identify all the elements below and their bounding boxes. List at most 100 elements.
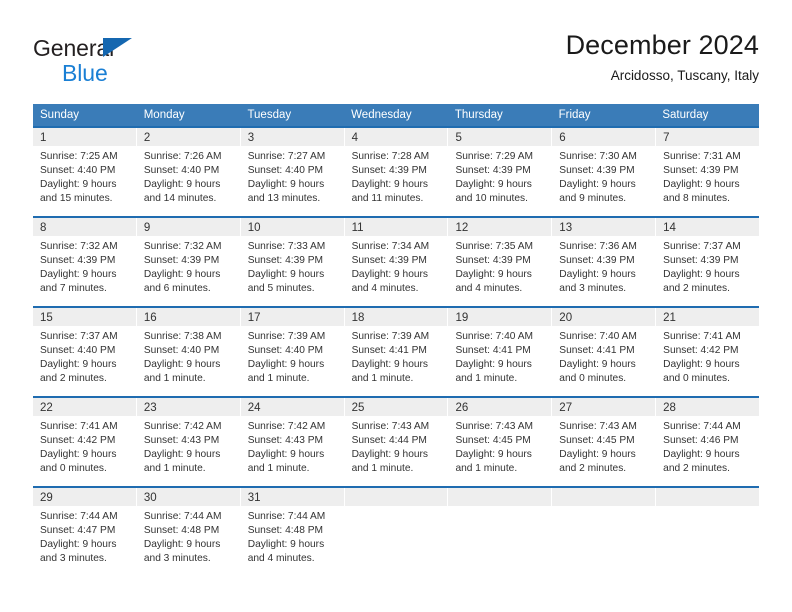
day-cell[interactable]: 21 Sunrise: 7:41 AM Sunset: 4:42 PM Dayl… xyxy=(655,308,760,396)
day-cell[interactable]: 16 Sunrise: 7:38 AM Sunset: 4:40 PM Dayl… xyxy=(135,308,240,396)
day-cell[interactable]: 8 Sunrise: 7:32 AM Sunset: 4:39 PM Dayli… xyxy=(33,218,136,306)
day-number-band: 2 xyxy=(136,128,240,146)
daylight-text-line1: Daylight: 9 hours xyxy=(40,179,117,191)
day-number-band: 28 xyxy=(656,398,760,416)
day-number-band xyxy=(448,488,552,506)
sunrise-text: Sunrise: 7:40 AM xyxy=(559,331,637,342)
day-cell[interactable]: 23 Sunrise: 7:42 AM Sunset: 4:43 PM Dayl… xyxy=(135,398,240,486)
sunset-text: Sunset: 4:42 PM xyxy=(663,345,739,357)
sunrise-text: Sunrise: 7:25 AM xyxy=(40,151,118,162)
sunset-text: Sunset: 4:41 PM xyxy=(351,345,427,357)
day-cell[interactable]: 5 Sunrise: 7:29 AM Sunset: 4:39 PM Dayli… xyxy=(447,128,552,216)
daylight-text-line2: and 8 minutes. xyxy=(663,193,730,205)
day-cell[interactable]: 2 Sunrise: 7:26 AM Sunset: 4:40 PM Dayli… xyxy=(135,128,240,216)
day-number: 3 xyxy=(247,132,255,144)
day-cell[interactable]: 31 Sunrise: 7:44 AM Sunset: 4:48 PM Dayl… xyxy=(239,488,344,578)
daylight-text-line2: and 2 minutes. xyxy=(663,463,730,475)
day-cell[interactable]: 30 Sunrise: 7:44 AM Sunset: 4:48 PM Dayl… xyxy=(135,488,240,578)
day-cell[interactable]: 27 Sunrise: 7:43 AM Sunset: 4:45 PM Dayl… xyxy=(551,398,656,486)
day-number: 7 xyxy=(663,132,670,144)
day-number-band: 7 xyxy=(656,128,760,146)
sunset-text: Sunset: 4:45 PM xyxy=(455,435,531,447)
day-cell[interactable]: 25 Sunrise: 7:43 AM Sunset: 4:44 PM Dayl… xyxy=(343,398,448,486)
day-cell[interactable]: 22 Sunrise: 7:41 AM Sunset: 4:42 PM Dayl… xyxy=(33,398,136,486)
sunset-text: Sunset: 4:48 PM xyxy=(247,525,324,537)
day-cell-empty xyxy=(447,488,552,578)
day-number: 1 xyxy=(40,132,47,144)
sunrise-text: Sunrise: 7:44 AM xyxy=(247,511,326,522)
daylight-text-line2: and 1 minute. xyxy=(351,373,414,385)
day-number-band: 17 xyxy=(240,308,344,326)
day-details: Sunrise: 7:28 AM Sunset: 4:39 PM Dayligh… xyxy=(345,146,448,206)
day-cell[interactable]: 4 Sunrise: 7:28 AM Sunset: 4:39 PM Dayli… xyxy=(343,128,448,216)
day-cell[interactable]: 12 Sunrise: 7:35 AM Sunset: 4:39 PM Dayl… xyxy=(447,218,552,306)
day-number: 21 xyxy=(663,312,676,324)
day-number-band: 21 xyxy=(656,308,760,326)
day-number: 28 xyxy=(663,402,676,414)
sunrise-text: Sunrise: 7:26 AM xyxy=(143,151,222,162)
daylight-text-line2: and 1 minute. xyxy=(247,373,310,385)
daylight-text-line1: Daylight: 9 hours xyxy=(351,449,429,461)
day-number: 29 xyxy=(40,492,53,504)
sunset-text: Sunset: 4:40 PM xyxy=(247,165,324,177)
day-cell[interactable]: 26 Sunrise: 7:43 AM Sunset: 4:45 PM Dayl… xyxy=(447,398,552,486)
day-cell[interactable]: 18 Sunrise: 7:39 AM Sunset: 4:41 PM Dayl… xyxy=(343,308,448,396)
sunset-text: Sunset: 4:40 PM xyxy=(247,345,324,357)
sunset-text: Sunset: 4:45 PM xyxy=(559,435,635,447)
day-cell[interactable]: 15 Sunrise: 7:37 AM Sunset: 4:40 PM Dayl… xyxy=(33,308,136,396)
day-details: Sunrise: 7:44 AM Sunset: 4:48 PM Dayligh… xyxy=(241,506,344,566)
daylight-text-line2: and 5 minutes. xyxy=(247,283,315,295)
day-cell[interactable]: 28 Sunrise: 7:44 AM Sunset: 4:46 PM Dayl… xyxy=(655,398,760,486)
day-cell[interactable]: 6 Sunrise: 7:30 AM Sunset: 4:39 PM Dayli… xyxy=(551,128,656,216)
day-cell[interactable]: 17 Sunrise: 7:39 AM Sunset: 4:40 PM Dayl… xyxy=(239,308,344,396)
day-cell[interactable]: 3 Sunrise: 7:27 AM Sunset: 4:40 PM Dayli… xyxy=(239,128,344,216)
page-title: December 2024 xyxy=(565,30,759,60)
daylight-text-line1: Daylight: 9 hours xyxy=(40,269,117,281)
calendar-page: General Blue December 2024 Arcidosso, Tu… xyxy=(0,0,792,612)
day-number-band xyxy=(656,488,760,506)
sunset-text: Sunset: 4:48 PM xyxy=(143,525,220,537)
sunset-text: Sunset: 4:39 PM xyxy=(559,255,635,267)
day-details: Sunrise: 7:43 AM Sunset: 4:45 PM Dayligh… xyxy=(448,416,551,476)
sunrise-text: Sunrise: 7:42 AM xyxy=(247,421,326,432)
day-number-band: 11 xyxy=(344,218,448,236)
day-cell[interactable]: 9 Sunrise: 7:32 AM Sunset: 4:39 PM Dayli… xyxy=(135,218,240,306)
daylight-text-line2: and 1 minute. xyxy=(247,463,310,475)
day-cell[interactable]: 10 Sunrise: 7:33 AM Sunset: 4:39 PM Dayl… xyxy=(239,218,344,306)
week-row: 22 Sunrise: 7:41 AM Sunset: 4:42 PM Dayl… xyxy=(33,396,760,486)
sunrise-text: Sunrise: 7:31 AM xyxy=(663,151,741,162)
daylight-text-line2: and 3 minutes. xyxy=(559,283,627,295)
sunset-text: Sunset: 4:40 PM xyxy=(40,345,116,357)
day-cell[interactable]: 7 Sunrise: 7:31 AM Sunset: 4:39 PM Dayli… xyxy=(655,128,760,216)
day-cell[interactable]: 1 Sunrise: 7:25 AM Sunset: 4:40 PM Dayli… xyxy=(33,128,136,216)
day-cell[interactable]: 14 Sunrise: 7:37 AM Sunset: 4:39 PM Dayl… xyxy=(655,218,760,306)
daylight-text-line1: Daylight: 9 hours xyxy=(40,449,117,461)
daylight-text-line2: and 0 minutes. xyxy=(40,463,107,475)
sunrise-text: Sunrise: 7:41 AM xyxy=(40,421,118,432)
day-cell[interactable]: 29 Sunrise: 7:44 AM Sunset: 4:47 PM Dayl… xyxy=(33,488,136,578)
day-number-band: 14 xyxy=(656,218,760,236)
sunset-text: Sunset: 4:44 PM xyxy=(351,435,427,447)
day-details: Sunrise: 7:42 AM Sunset: 4:43 PM Dayligh… xyxy=(241,416,344,476)
sunset-text: Sunset: 4:46 PM xyxy=(663,435,739,447)
day-number-band: 30 xyxy=(136,488,240,506)
sunset-text: Sunset: 4:40 PM xyxy=(143,345,220,357)
weekday-header-friday: Friday xyxy=(558,109,591,121)
day-number: 23 xyxy=(143,402,157,414)
day-cell[interactable]: 24 Sunrise: 7:42 AM Sunset: 4:43 PM Dayl… xyxy=(239,398,344,486)
daylight-text-line1: Daylight: 9 hours xyxy=(247,359,325,371)
day-details: Sunrise: 7:36 AM Sunset: 4:39 PM Dayligh… xyxy=(552,236,655,296)
sunset-text: Sunset: 4:39 PM xyxy=(455,165,531,177)
day-cell[interactable]: 20 Sunrise: 7:40 AM Sunset: 4:41 PM Dayl… xyxy=(551,308,656,396)
day-number: 15 xyxy=(40,312,53,324)
daylight-text-line1: Daylight: 9 hours xyxy=(143,449,221,461)
daylight-text-line2: and 2 minutes. xyxy=(663,283,730,295)
day-cell[interactable]: 13 Sunrise: 7:36 AM Sunset: 4:39 PM Dayl… xyxy=(551,218,656,306)
day-cell[interactable]: 19 Sunrise: 7:40 AM Sunset: 4:41 PM Dayl… xyxy=(447,308,552,396)
day-details: Sunrise: 7:40 AM Sunset: 4:41 PM Dayligh… xyxy=(552,326,655,386)
day-details: Sunrise: 7:25 AM Sunset: 4:40 PM Dayligh… xyxy=(33,146,136,206)
sunrise-text: Sunrise: 7:30 AM xyxy=(559,151,637,162)
generalblue-logo[interactable]: General Blue xyxy=(33,36,223,92)
daylight-text-line2: and 0 minutes. xyxy=(559,373,627,385)
day-cell[interactable]: 11 Sunrise: 7:34 AM Sunset: 4:39 PM Dayl… xyxy=(343,218,448,306)
